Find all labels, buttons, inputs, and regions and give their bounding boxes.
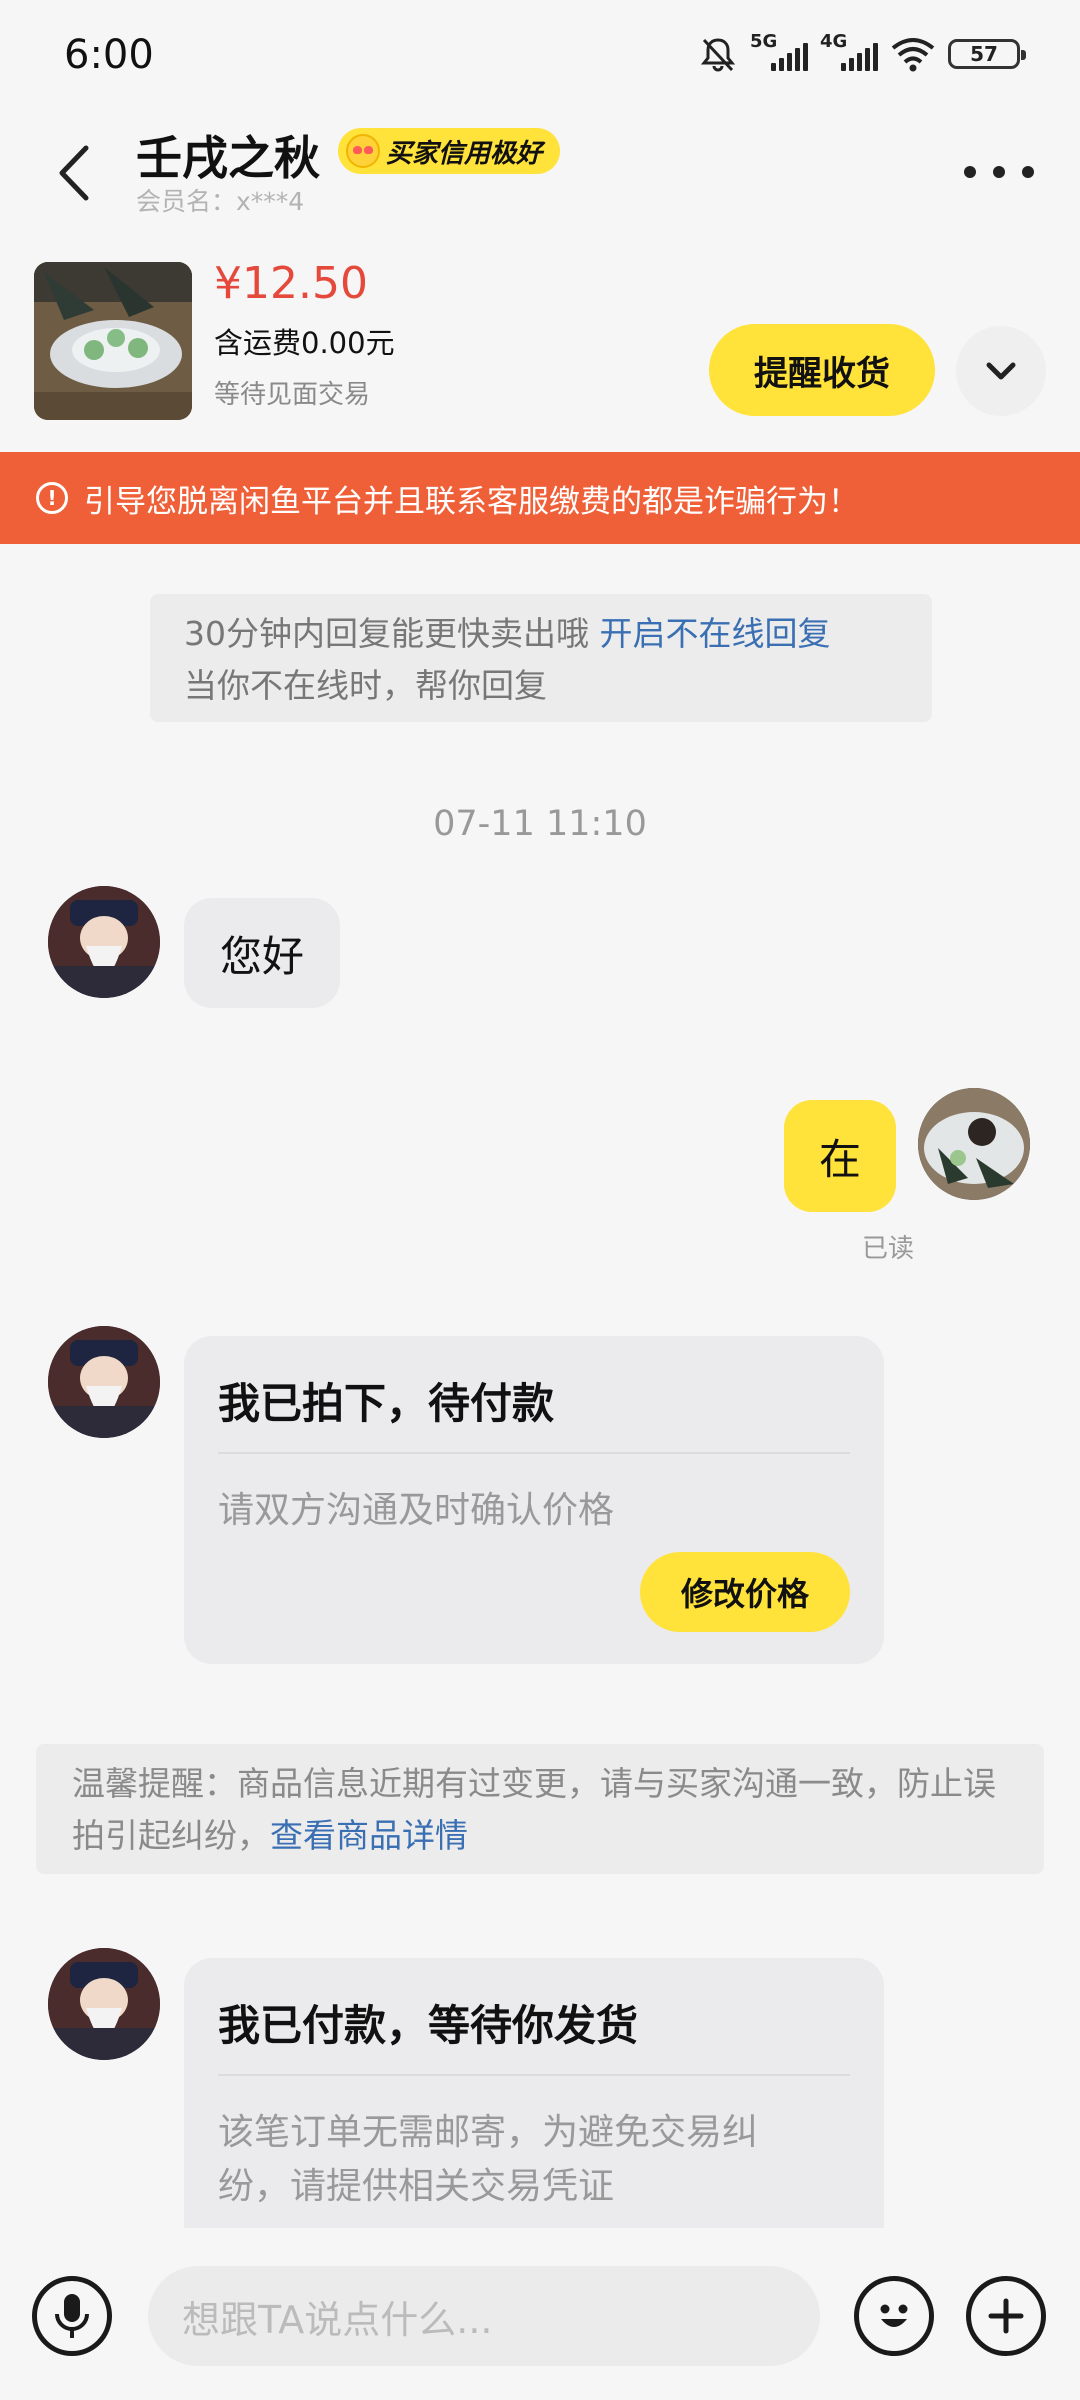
fraud-warning-text: 引导您脱离闲鱼平台并且联系客服缴费的都是诈骗行为！ (84, 483, 859, 520)
heart-eyes-icon (346, 134, 380, 168)
more-dot-icon (1022, 166, 1034, 178)
remind-receipt-button[interactable]: 提醒收货 (709, 324, 935, 416)
alert-icon: ! (36, 482, 68, 514)
opera-avatar-image (48, 1948, 160, 2060)
voice-input-button[interactable] (32, 2276, 112, 2356)
enable-auto-reply-link[interactable]: 开启不在线回复 (600, 614, 831, 653)
opera-avatar-image (48, 886, 160, 998)
microphone-icon (55, 2294, 89, 2338)
outgoing-message-bubble[interactable]: 在 (784, 1100, 896, 1212)
message-timestamp: 07-11 11:10 (433, 804, 647, 844)
credit-badge-label: 买家信用极好 (386, 138, 543, 169)
signal-5g-icon: 5G (750, 31, 808, 73)
trade-status: 等待见面交易 (214, 380, 371, 410)
fraud-warning-banner: ! 引导您脱离闲鱼平台并且联系客服缴费的都是诈骗行为！ (0, 452, 1080, 544)
message-input[interactable]: 想跟TA说点什么... (148, 2266, 820, 2366)
chat-header: 壬戌之秋 买家信用极好 会员名：x***4 (0, 110, 1080, 250)
reminder-notice: 温馨提醒：商品信息近期有过变更，请与买家沟通一致，防止误拍引起纠纷，查看商品详情 (36, 1744, 1044, 1874)
mute-bell-icon (700, 38, 736, 72)
modify-price-button[interactable]: 修改价格 (640, 1552, 850, 1632)
order-card-pending-payment[interactable]: 我已拍下，待付款 请双方沟通及时确认价格 修改价格 (184, 1336, 884, 1664)
shipping-fee: 含运费0.00元 (214, 326, 395, 360)
system-notice-text: 30分钟内回复能更快卖出哦 (184, 614, 589, 653)
chevron-down-icon (986, 362, 1016, 380)
read-receipt: 已读 (861, 1234, 914, 1264)
system-notice: 30分钟内回复能更快卖出哦 开启不在线回复 当你不在线时，帮你回复 (150, 594, 932, 722)
plus-icon (988, 2298, 1024, 2334)
status-time: 6:00 (64, 32, 154, 78)
more-dot-icon (964, 166, 976, 178)
back-button[interactable] (50, 138, 100, 208)
food-avatar-image (918, 1088, 1030, 1200)
emoji-button[interactable] (854, 2276, 934, 2356)
view-product-details-link[interactable]: 查看商品详情 (270, 1816, 468, 1855)
order-card-paid[interactable]: 我已付款，等待你发货 该笔订单无需邮寄，为避免交易纠 纷，请提供相关交易凭证 (184, 1958, 884, 2228)
product-image (34, 262, 192, 420)
order-card-title: 我已拍下，待付款 (218, 1336, 850, 1454)
opera-avatar-image (48, 1326, 160, 1438)
back-arrow-icon (59, 145, 89, 201)
order-card-body: 该笔订单无需邮寄，为避免交易纠 纷，请提供相关交易凭证 (218, 2076, 850, 2214)
battery-icon: 57 (948, 39, 1026, 69)
credit-badge: 买家信用极好 (338, 128, 561, 174)
incoming-message-bubble[interactable]: 您好 (184, 898, 340, 1008)
order-card-body: 请双方沟通及时确认价格 (218, 1490, 615, 1531)
contact-avatar[interactable] (48, 1326, 160, 1438)
signal-4g-icon: 4G (820, 31, 878, 73)
product-price: ¥12.50 (214, 258, 368, 309)
expand-button[interactable] (956, 326, 1046, 416)
system-notice-line2: 当你不在线时，帮你回复 (184, 666, 547, 705)
member-name: 会员名：x***4 (136, 187, 305, 216)
product-bar: ¥12.50 含运费0.00元 等待见面交易 提醒收货 (0, 250, 1080, 450)
contact-name: 壬戌之秋 (136, 131, 320, 185)
more-dot-icon (993, 166, 1005, 178)
my-avatar[interactable] (918, 1088, 1030, 1200)
wifi-icon (891, 38, 935, 72)
reminder-text: 温馨提醒：商品信息近期有过变更，请与买家沟通一致，防止误拍引起纠纷， (72, 1764, 996, 1855)
message-input-bar: 想跟TA说点什么... (0, 2228, 1080, 2400)
more-options-button[interactable] (964, 152, 1034, 192)
product-thumbnail[interactable] (34, 262, 192, 420)
status-icons: 5G 4G 57 (698, 31, 1026, 74)
status-bar: 6:00 5G 4G 57 (0, 0, 1080, 120)
order-card-body-line2: 纷，请提供相关交易凭证 (218, 2166, 615, 2207)
contact-avatar[interactable] (48, 1948, 160, 2060)
contact-avatar[interactable] (48, 886, 160, 998)
smiley-icon (880, 2304, 908, 2327)
add-attachment-button[interactable] (966, 2276, 1046, 2356)
order-card-body-line1: 该笔订单无需邮寄，为避免交易纠 (218, 2112, 759, 2153)
order-card-title: 我已付款，等待你发货 (218, 1958, 850, 2076)
